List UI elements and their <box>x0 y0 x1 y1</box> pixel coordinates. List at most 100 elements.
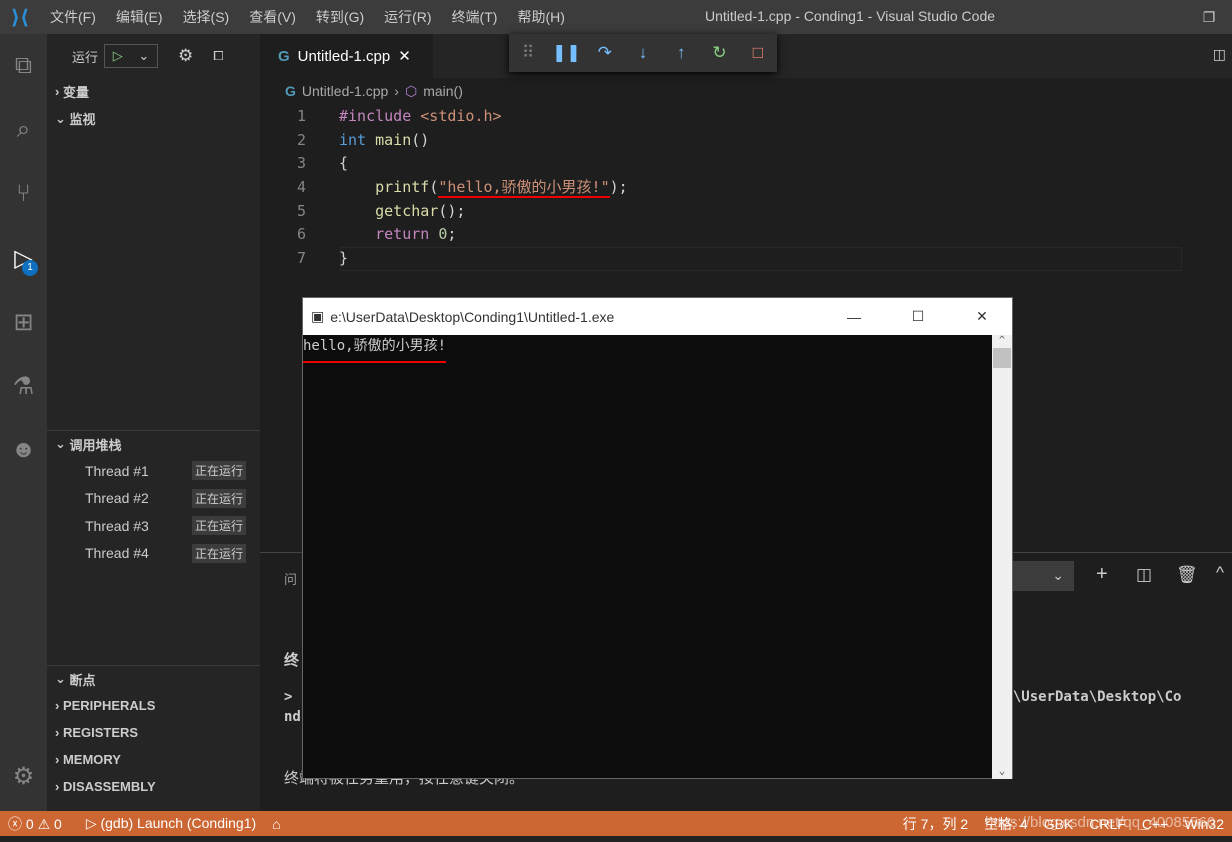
search-icon[interactable]: ⌕ <box>0 98 47 162</box>
start-debug-icon[interactable]: ▷ <box>113 48 123 64</box>
explorer-icon[interactable]: ⧉ <box>0 34 47 98</box>
chevron-right-icon: › <box>394 83 399 99</box>
console-title: e:\UserData\Desktop\Conding1\Untitled-1.… <box>330 308 615 325</box>
cube-icon: ⬡ <box>404 82 418 99</box>
minimize-icon[interactable]: — <box>824 309 884 325</box>
debug-toolbar: ⠿ ❚❚ ↷ ↓ ↑ ↻ □ <box>509 34 777 72</box>
thread-name: Thread #4 <box>85 545 149 562</box>
cursor-position[interactable]: 行 7，列 2 <box>895 814 976 834</box>
section-label: 调用堆栈 <box>69 437 122 453</box>
section-variables[interactable]: › 变量 <box>47 78 260 105</box>
console-titlebar: ▣ e:\UserData\Desktop\Conding1\Untitled-… <box>303 298 1012 335</box>
terminal-text: 终 <box>284 652 300 669</box>
thread-status: 正在运行 <box>191 461 246 481</box>
title-bar: ⟩⟨ 文件(F) 编辑(E) 选择(S) 查看(V) 转到(G) 运行(R) 终… <box>0 0 1232 34</box>
restore-icon[interactable]: ❐ <box>1186 9 1232 26</box>
run-config-select[interactable]: ▷ ⌄ <box>104 44 159 68</box>
section-label: REGISTERS <box>62 725 139 740</box>
gear-icon[interactable]: ⚙ <box>178 46 193 66</box>
chevron-down-icon[interactable]: ⌄ <box>138 48 149 64</box>
pause-icon[interactable]: ❚❚ <box>547 43 585 63</box>
tab-untitled-1[interactable]: G Untitled-1.cpp ✕ <box>260 34 433 78</box>
debug-console-icon[interactable]: ⧠ <box>213 48 223 64</box>
maximize-icon[interactable]: ☐ <box>890 308 946 325</box>
add-terminal-icon[interactable]: + <box>1096 563 1108 586</box>
section-watch[interactable]: ⌄ 监视 <box>47 105 260 132</box>
thread-status: 正在运行 <box>191 516 246 536</box>
thread-name: Thread #1 <box>85 462 149 479</box>
cpp-file-icon: G <box>278 47 290 65</box>
section-callstack[interactable]: ⌄ 调用堆栈 <box>47 430 260 457</box>
step-into-icon[interactable]: ↓ <box>624 43 662 63</box>
thread-name: Thread #2 <box>85 490 149 507</box>
step-over-icon[interactable]: ↷ <box>586 43 624 63</box>
step-out-icon[interactable]: ↑ <box>662 43 700 63</box>
console-output-area: hello,骄傲的小男孩! ^ ⌄ <box>303 335 1012 779</box>
menu-help[interactable]: 帮助(H) <box>507 7 574 27</box>
menu-edit[interactable]: 编辑(E) <box>106 7 173 27</box>
run-label: 运行 <box>72 49 99 65</box>
debug-badge: 1 <box>22 260 38 276</box>
terminal-select[interactable]: ⌄ <box>1012 561 1074 591</box>
menu-view[interactable]: 查看(V) <box>239 7 306 27</box>
section-label: 断点 <box>69 672 96 688</box>
maximize-panel-icon[interactable]: ^ <box>1216 563 1224 583</box>
section-disassembly[interactable]: › DISASSEMBLY <box>47 773 260 800</box>
debug-launch-status[interactable]: ▷ (gdb) Launch (Conding1) <box>78 815 264 832</box>
console-output: hello,骄傲的小男孩! <box>303 335 447 363</box>
menu-terminal[interactable]: 终端(T) <box>442 7 508 27</box>
menu-go[interactable]: 转到(G) <box>306 7 374 27</box>
section-peripherals[interactable]: › PERIPHERALS <box>47 692 260 719</box>
thread-item[interactable]: Thread #4 正在运行 <box>47 540 260 568</box>
code-editor[interactable]: 1 #include <stdio.h> 2 int main() 3{ 4 pri… <box>260 104 628 270</box>
vscode-logo-icon: ⟩⟨ <box>10 6 30 29</box>
split-editor-icon[interactable]: ◫ <box>1213 46 1226 63</box>
console-scrollbar[interactable]: ^ ⌄ <box>992 335 1012 779</box>
menu-file[interactable]: 文件(F) <box>40 7 106 27</box>
taskbar-strip <box>0 836 1232 842</box>
settings-gear-icon[interactable]: ⚙ <box>0 744 47 808</box>
section-label: DISASSEMBLY <box>62 779 156 794</box>
problems-status[interactable]: ⓧ 0 ⚠ 0 <box>0 814 70 834</box>
menu-selection[interactable]: 选择(S) <box>173 7 240 27</box>
panel-tab-problems[interactable]: 问 <box>284 569 297 588</box>
cpp-file-icon: G <box>285 83 296 99</box>
close-icon[interactable]: ✕ <box>952 308 1012 325</box>
menu-run[interactable]: 运行(R) <box>374 7 441 27</box>
testing-icon[interactable]: ⚗ <box>0 354 47 418</box>
close-icon[interactable]: ✕ <box>398 47 411 65</box>
thread-status: 正在运行 <box>191 543 246 563</box>
thread-status: 正在运行 <box>191 488 246 508</box>
extensions-icon[interactable]: ⊞ <box>0 290 47 354</box>
drag-handle-icon[interactable]: ⠿ <box>509 43 547 63</box>
section-label: PERIPHERALS <box>62 698 156 713</box>
split-terminal-icon[interactable]: ◫ <box>1136 565 1152 585</box>
thread-name: Thread #3 <box>85 517 149 534</box>
watermark: https://blog.csdn.net/qq_40085560 <box>985 814 1216 831</box>
console-window[interactable]: ▣ e:\UserData\Desktop\Conding1\Untitled-… <box>302 297 1013 779</box>
breadcrumb-file[interactable]: Untitled-1.cpp <box>302 83 388 99</box>
run-debug-icon[interactable]: ▷ 1 <box>0 226 47 290</box>
terminal-prompt: > <box>284 689 293 705</box>
activity-bar: ⧉ ⌕ ⑂ ▷ 1 ⊞ ⚗ ☻ ⚙ <box>0 34 47 811</box>
source-control-icon[interactable]: ⑂ <box>0 162 47 226</box>
tab-label: Untitled-1.cpp <box>297 47 391 65</box>
breadcrumb-symbol[interactable]: main() <box>423 83 463 99</box>
trash-icon[interactable]: 🗑 <box>1176 565 1198 585</box>
window-title: Untitled-1.cpp - Conding1 - Visual Studi… <box>705 8 996 24</box>
section-label: 变量 <box>62 85 89 100</box>
stop-icon[interactable]: □ <box>739 43 777 63</box>
thread-item[interactable]: Thread #2 正在运行 <box>47 485 260 513</box>
section-label: 监视 <box>69 112 96 127</box>
section-memory[interactable]: › MEMORY <box>47 746 260 773</box>
home-icon[interactable]: ⌂ <box>264 816 288 832</box>
terminal-text: nd <box>284 709 301 725</box>
restart-icon[interactable]: ↻ <box>700 43 738 63</box>
thread-item[interactable]: Thread #1 正在运行 <box>47 457 260 485</box>
console-app-icon: ▣ <box>311 308 325 324</box>
section-registers[interactable]: › REGISTERS <box>47 719 260 746</box>
section-label: MEMORY <box>62 752 121 767</box>
platformio-icon[interactable]: ☻ <box>0 418 47 482</box>
thread-item[interactable]: Thread #3 正在运行 <box>47 512 260 540</box>
section-breakpoints[interactable]: ⌄ 断点 <box>47 665 260 692</box>
